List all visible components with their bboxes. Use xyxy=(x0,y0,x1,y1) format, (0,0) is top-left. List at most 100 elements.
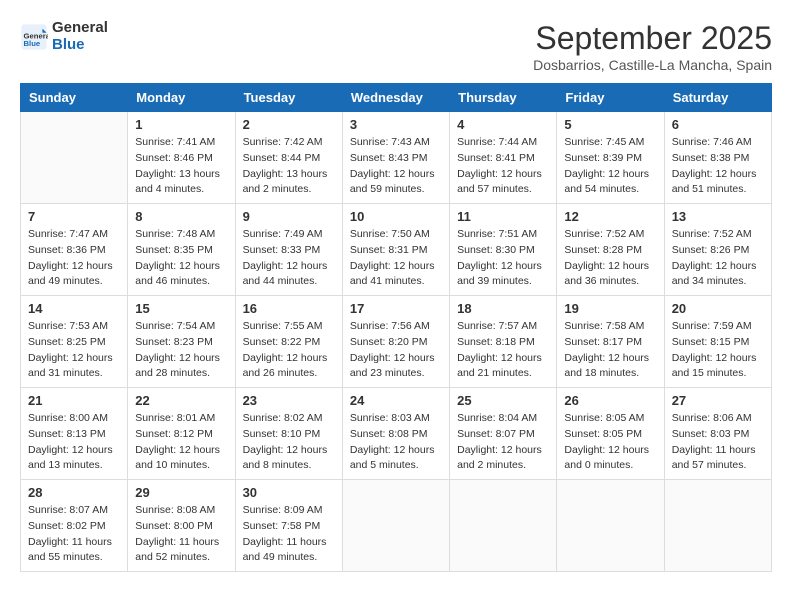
calendar-table: SundayMondayTuesdayWednesdayThursdayFrid… xyxy=(20,83,772,572)
calendar-week-3: 14Sunrise: 7:53 AMSunset: 8:25 PMDayligh… xyxy=(21,296,772,388)
day-info: Sunrise: 7:43 AMSunset: 8:43 PMDaylight:… xyxy=(350,135,442,198)
day-number: 26 xyxy=(564,393,656,408)
day-number: 25 xyxy=(457,393,549,408)
day-info: Sunrise: 7:53 AMSunset: 8:25 PMDaylight:… xyxy=(28,319,120,382)
day-number: 28 xyxy=(28,485,120,500)
calendar-week-2: 7 Sunrise: 7:47 AMSunset: 8:36 PMDaylight… xyxy=(21,204,772,296)
calendar-cell xyxy=(342,480,449,572)
day-info: Sunrise: 7:42 AMSunset: 8:44 PMDaylight:… xyxy=(243,135,335,198)
day-number: 7 xyxy=(28,209,120,224)
weekday-header-tuesday: Tuesday xyxy=(235,84,342,112)
day-number: 13 xyxy=(672,209,764,224)
day-number: 10 xyxy=(350,209,442,224)
day-number: 20 xyxy=(672,301,764,316)
day-number: 9 xyxy=(243,209,335,224)
calendar-header: SundayMondayTuesdayWednesdayThursdayFrid… xyxy=(21,84,772,112)
calendar-cell xyxy=(450,480,557,572)
day-number: 1 xyxy=(135,117,227,132)
day-number: 12 xyxy=(564,209,656,224)
day-number: 23 xyxy=(243,393,335,408)
calendar-cell: 27 Sunrise: 8:06 AMSunset: 8:03 PMDayligh… xyxy=(664,388,771,480)
calendar-cell: 12Sunrise: 7:52 AMSunset: 8:28 PMDayligh… xyxy=(557,204,664,296)
day-info: Sunrise: 8:04 AMSunset: 8:07 PMDaylight:… xyxy=(457,411,549,474)
day-info: Sunrise: 7:51 AMSunset: 8:30 PMDaylight:… xyxy=(457,227,549,290)
calendar-cell: 25 Sunrise: 8:04 AMSunset: 8:07 PMDayligh… xyxy=(450,388,557,480)
calendar-cell: 17Sunrise: 7:56 AMSunset: 8:20 PMDayligh… xyxy=(342,296,449,388)
weekday-header-thursday: Thursday xyxy=(450,84,557,112)
day-info: Sunrise: 7:47 AMSunset: 8:36 PMDaylight:… xyxy=(28,227,120,290)
day-number: 8 xyxy=(135,209,227,224)
day-info: Sunrise: 7:55 AMSunset: 8:22 PMDaylight:… xyxy=(243,319,335,382)
calendar-cell: 6 Sunrise: 7:46 AMSunset: 8:38 PMDaylight… xyxy=(664,112,771,204)
day-info: Sunrise: 8:01 AMSunset: 8:12 PMDaylight:… xyxy=(135,411,227,474)
day-info: Sunrise: 7:41 AMSunset: 8:46 PMDaylight:… xyxy=(135,135,227,198)
calendar-cell: 15Sunrise: 7:54 AMSunset: 8:23 PMDayligh… xyxy=(128,296,235,388)
day-info: Sunrise: 7:57 AMSunset: 8:18 PMDaylight:… xyxy=(457,319,549,382)
calendar-cell xyxy=(664,480,771,572)
day-number: 27 xyxy=(672,393,764,408)
day-info: Sunrise: 8:00 AMSunset: 8:13 PMDaylight:… xyxy=(28,411,120,474)
weekday-header-saturday: Saturday xyxy=(664,84,771,112)
calendar-cell: 3Sunrise: 7:43 AMSunset: 8:43 PMDaylight… xyxy=(342,112,449,204)
calendar-cell: 16 Sunrise: 7:55 AMSunset: 8:22 PMDayligh… xyxy=(235,296,342,388)
calendar-cell: 8Sunrise: 7:48 AMSunset: 8:35 PMDaylight… xyxy=(128,204,235,296)
day-info: Sunrise: 8:02 AMSunset: 8:10 PMDaylight:… xyxy=(243,411,335,474)
day-info: Sunrise: 7:58 AMSunset: 8:17 PMDaylight:… xyxy=(564,319,656,382)
weekday-header-friday: Friday xyxy=(557,84,664,112)
calendar-cell xyxy=(21,112,128,204)
calendar-cell: 18 Sunrise: 7:57 AMSunset: 8:18 PMDayligh… xyxy=(450,296,557,388)
weekday-header-wednesday: Wednesday xyxy=(342,84,449,112)
day-number: 4 xyxy=(457,117,549,132)
day-number: 17 xyxy=(350,301,442,316)
weekday-header-sunday: Sunday xyxy=(21,84,128,112)
day-info: Sunrise: 8:06 AMSunset: 8:03 PMDaylight:… xyxy=(672,411,764,474)
day-number: 18 xyxy=(457,301,549,316)
day-number: 6 xyxy=(672,117,764,132)
day-info: Sunrise: 7:45 AMSunset: 8:39 PMDaylight:… xyxy=(564,135,656,198)
calendar-cell: 4Sunrise: 7:44 AMSunset: 8:41 PMDaylight… xyxy=(450,112,557,204)
svg-text:Blue: Blue xyxy=(24,39,41,48)
day-number: 16 xyxy=(243,301,335,316)
logo-icon: General Blue xyxy=(20,23,48,51)
calendar-cell: 10 Sunrise: 7:50 AMSunset: 8:31 PMDayligh… xyxy=(342,204,449,296)
calendar-cell xyxy=(557,480,664,572)
day-number: 29 xyxy=(135,485,227,500)
calendar-week-1: 1 Sunrise: 7:41 AMSunset: 8:46 PMDaylight… xyxy=(21,112,772,204)
calendar-cell: 11 Sunrise: 7:51 AMSunset: 8:30 PMDayligh… xyxy=(450,204,557,296)
day-number: 5 xyxy=(564,117,656,132)
calendar-week-5: 28 Sunrise: 8:07 AMSunset: 8:02 PMDayligh… xyxy=(21,480,772,572)
day-number: 11 xyxy=(457,209,549,224)
day-info: Sunrise: 8:07 AMSunset: 8:02 PMDaylight:… xyxy=(28,503,120,566)
calendar-cell: 21 Sunrise: 8:00 AMSunset: 8:13 PMDayligh… xyxy=(21,388,128,480)
day-info: Sunrise: 8:09 AMSunset: 7:58 PMDaylight:… xyxy=(243,503,335,566)
logo-line1: General xyxy=(52,20,108,37)
day-number: 21 xyxy=(28,393,120,408)
day-info: Sunrise: 7:46 AMSunset: 8:38 PMDaylight:… xyxy=(672,135,764,198)
day-number: 15 xyxy=(135,301,227,316)
day-info: Sunrise: 7:50 AMSunset: 8:31 PMDaylight:… xyxy=(350,227,442,290)
month-title: September 2025 xyxy=(533,20,772,57)
calendar-cell: 26Sunrise: 8:05 AMSunset: 8:05 PMDayligh… xyxy=(557,388,664,480)
calendar-cell: 19Sunrise: 7:58 AMSunset: 8:17 PMDayligh… xyxy=(557,296,664,388)
day-number: 2 xyxy=(243,117,335,132)
day-number: 24 xyxy=(350,393,442,408)
calendar-cell: 23 Sunrise: 8:02 AMSunset: 8:10 PMDayligh… xyxy=(235,388,342,480)
calendar-week-4: 21 Sunrise: 8:00 AMSunset: 8:13 PMDayligh… xyxy=(21,388,772,480)
logo: General Blue General Blue xyxy=(20,20,108,53)
logo-line2: Blue xyxy=(52,37,108,54)
calendar-cell: 2 Sunrise: 7:42 AMSunset: 8:44 PMDaylight… xyxy=(235,112,342,204)
location: Dosbarrios, Castille-La Mancha, Spain xyxy=(533,57,772,73)
calendar-cell: 14Sunrise: 7:53 AMSunset: 8:25 PMDayligh… xyxy=(21,296,128,388)
title-block: September 2025 Dosbarrios, Castille-La M… xyxy=(533,20,772,73)
day-info: Sunrise: 7:59 AMSunset: 8:15 PMDaylight:… xyxy=(672,319,764,382)
calendar-cell: 13Sunrise: 7:52 AMSunset: 8:26 PMDayligh… xyxy=(664,204,771,296)
calendar-cell: 24Sunrise: 8:03 AMSunset: 8:08 PMDayligh… xyxy=(342,388,449,480)
page-header: General Blue General Blue September 2025… xyxy=(20,20,772,73)
day-number: 30 xyxy=(243,485,335,500)
calendar-cell: 28 Sunrise: 8:07 AMSunset: 8:02 PMDayligh… xyxy=(21,480,128,572)
day-info: Sunrise: 8:08 AMSunset: 8:00 PMDaylight:… xyxy=(135,503,227,566)
calendar-cell: 9Sunrise: 7:49 AMSunset: 8:33 PMDaylight… xyxy=(235,204,342,296)
calendar-cell: 29 Sunrise: 8:08 AMSunset: 8:00 PMDayligh… xyxy=(128,480,235,572)
calendar-cell: 5 Sunrise: 7:45 AMSunset: 8:39 PMDaylight… xyxy=(557,112,664,204)
calendar-cell: 22Sunrise: 8:01 AMSunset: 8:12 PMDayligh… xyxy=(128,388,235,480)
